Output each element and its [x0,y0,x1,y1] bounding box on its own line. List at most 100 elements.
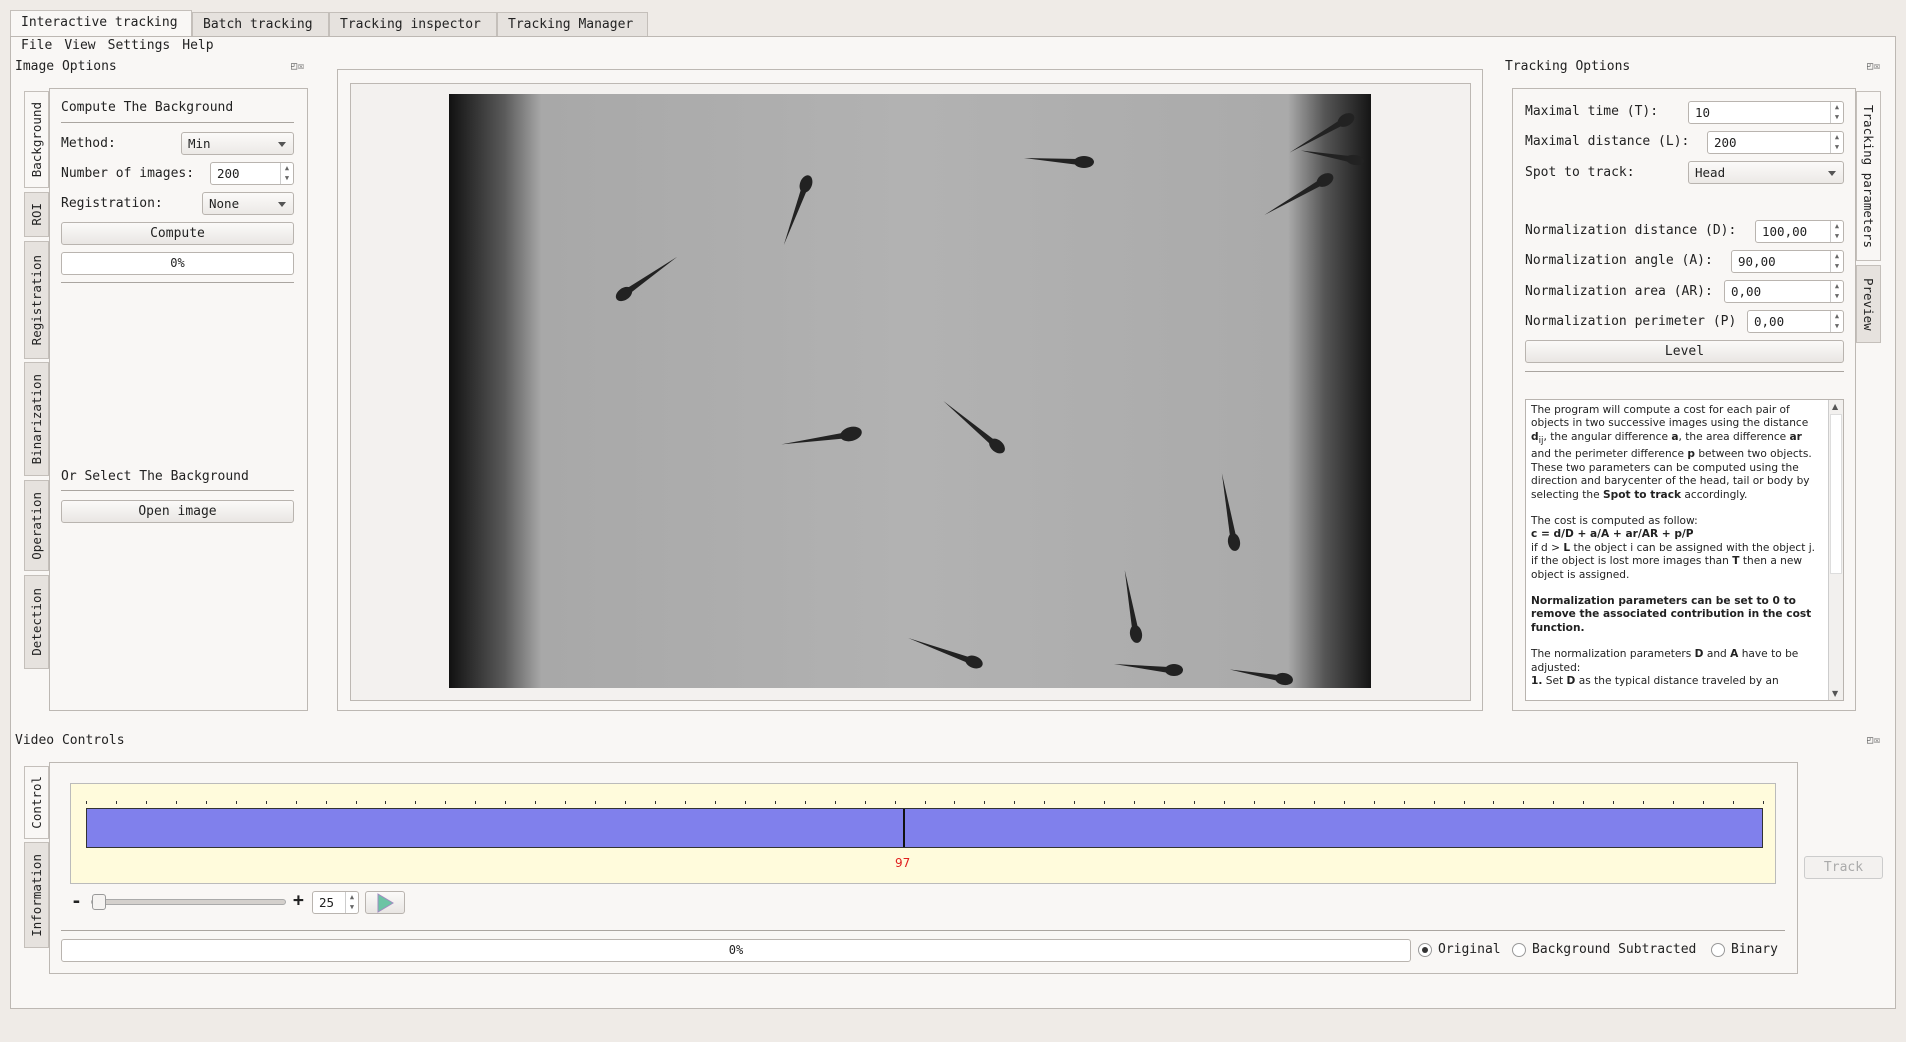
norm-perimeter-label: Normalization perimeter (P) [1525,314,1737,329]
vtab-detection[interactable]: Detection [24,575,49,669]
timeline-tick [1733,801,1735,804]
timeline-tick [355,801,357,804]
timeline-tick [175,801,177,804]
fps-spinbox[interactable]: 25 ▲ ▼ [312,891,359,914]
timeline-tick [954,801,956,804]
radio-background-subtracted[interactable]: Background Subtracted [1512,942,1696,957]
radio-circle[interactable] [1418,942,1432,957]
slider-handle[interactable] [92,894,106,910]
norm-area-label: Normalization area (AR): [1525,284,1713,299]
timeline-tick [625,801,627,804]
timeline[interactable]: 97 [70,783,1776,884]
menu-view[interactable]: View [64,38,95,53]
method-select[interactable]: Min [181,132,294,155]
timeline-tick [415,801,417,804]
max-distance-label: Maximal distance (L): [1525,134,1690,149]
spin-arrows-icon[interactable]: ▲ ▼ [1830,132,1843,153]
timeline-tick [1283,801,1285,804]
spin-arrows-icon[interactable]: ▲ ▼ [1830,102,1843,123]
radio-circle[interactable] [1711,942,1725,957]
timeline-tick [205,801,207,804]
norm-angle-label: Normalization angle (A): [1525,253,1713,268]
level-button[interactable]: Level [1525,340,1844,363]
vtab-information[interactable]: Information [24,842,49,948]
divider [61,122,294,123]
play-button[interactable] [365,891,405,914]
timeline-tick [1493,801,1495,804]
timeline-tick [1463,801,1465,804]
help-scrollbar[interactable]: ▲ ▼ [1828,400,1843,700]
spin-arrows-icon[interactable]: ▲ ▼ [1830,221,1843,242]
compute-progress: 0% [61,252,294,275]
radio-circle[interactable] [1512,942,1526,957]
timeline-tick [1403,801,1405,804]
norm-distance-spinbox[interactable]: 100,00 ▲ ▼ [1755,220,1844,243]
video-frame-image[interactable] [449,94,1371,688]
num-images-spinbox[interactable]: 200 ▲ ▼ [210,162,294,185]
speed-slider[interactable] [91,894,286,910]
vtab-operation[interactable]: Operation [24,480,49,571]
timeline-tick [1164,801,1166,804]
select-heading: Or Select The Background [61,469,249,484]
compute-button[interactable]: Compute [61,222,294,245]
timeline-tick [1134,801,1136,804]
divider [1525,371,1844,372]
norm-distance-label: Normalization distance (D): [1525,223,1737,238]
divider [61,282,294,283]
norm-area-spinbox[interactable]: 0,00 ▲ ▼ [1724,280,1844,303]
vtab-registration[interactable]: Registration [24,241,49,359]
video-controls-title: Video Controls [15,733,125,748]
timeline-tick [115,801,117,804]
current-frame-label: 97 [895,856,911,870]
track-button[interactable]: Track [1804,856,1883,879]
dock-float-close-icon[interactable]: ◰☒ [1867,735,1881,746]
timeline-cursor[interactable] [902,809,905,847]
max-distance-spinbox[interactable]: 200 ▲ ▼ [1707,131,1844,154]
norm-angle-spinbox[interactable]: 90,00 ▲ ▼ [1731,250,1844,273]
timeline-tick [654,801,656,804]
timeline-tick [744,801,746,804]
norm-perimeter-spinbox[interactable]: 0,00 ▲ ▼ [1747,310,1844,333]
timeline-tick [1763,801,1764,804]
vtab-binarization[interactable]: Binarization [24,362,49,476]
timeline-tick [1523,801,1525,804]
timeline-tick [1223,801,1225,804]
spin-arrows-icon[interactable]: ▲ ▼ [1830,311,1843,332]
radio-binary[interactable]: Binary [1711,942,1778,957]
menu-file[interactable]: File [21,38,52,53]
timeline-tick [595,801,597,804]
timeline-tick [1044,801,1046,804]
spin-arrows-icon[interactable]: ▲ ▼ [345,892,358,913]
spin-arrows-icon[interactable]: ▲ ▼ [280,163,293,184]
timeline-tick [145,801,147,804]
spot-select[interactable]: Head [1688,161,1844,184]
menu-settings[interactable]: Settings [108,38,171,53]
spin-arrows-icon[interactable]: ▲ ▼ [1830,281,1843,302]
menu-help[interactable]: Help [182,38,213,53]
dock-float-close-icon[interactable]: ◰☒ [291,61,305,72]
vtab-background[interactable]: Background [24,91,49,188]
registration-select[interactable]: None [202,192,294,215]
dock-float-close-icon[interactable]: ◰☒ [1867,61,1881,72]
tab-batch-tracking[interactable]: Batch tracking [192,12,329,36]
speed-minus-icon[interactable]: - [71,891,82,912]
timeline-bar[interactable] [86,808,1763,848]
timeline-tick [834,801,836,804]
tab-tracking-manager[interactable]: Tracking Manager [497,12,648,36]
radio-original[interactable]: Original [1418,942,1501,957]
spin-arrows-icon[interactable]: ▲ ▼ [1830,251,1843,272]
tab-tracking-inspector[interactable]: Tracking inspector [329,12,497,36]
timeline-tick [1433,801,1435,804]
vtab-control[interactable]: Control [24,766,49,839]
vtab-tracking-parameters[interactable]: Tracking parameters [1856,91,1881,261]
open-image-button[interactable]: Open image [61,500,294,523]
speed-plus-icon[interactable]: + [293,890,304,911]
timeline-tick [1194,801,1196,804]
tab-interactive-tracking[interactable]: Interactive tracking [10,10,192,36]
help-text[interactable]: The program will compute a cost for each… [1525,399,1844,701]
max-time-spinbox[interactable]: 10 ▲ ▼ [1688,101,1844,124]
vtab-preview[interactable]: Preview [1856,265,1881,343]
timeline-tick [1074,801,1076,804]
timeline-tick [1343,801,1345,804]
vtab-roi[interactable]: ROI [24,192,49,237]
